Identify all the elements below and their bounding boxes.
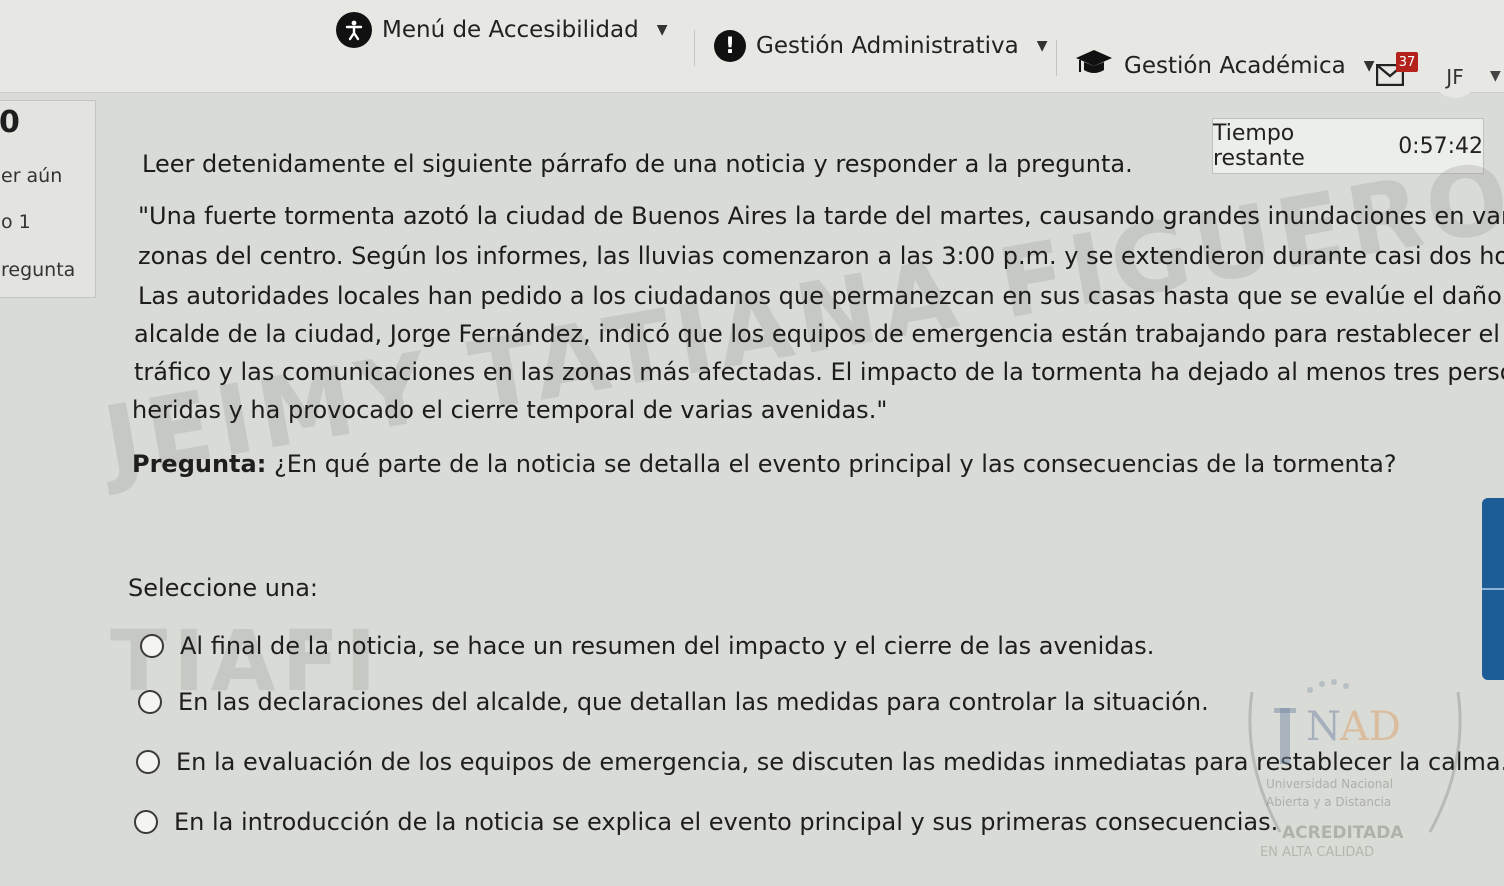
svg-text:N: N	[1306, 704, 1341, 750]
radio-button[interactable]	[134, 810, 158, 834]
svg-text:EN ALTA CALIDAD: EN ALTA CALIDAD	[1260, 845, 1374, 860]
passage-line: zonas del centro. Según los informes, la…	[138, 242, 1504, 270]
svg-text:AD: AD	[1339, 704, 1401, 750]
radio-button[interactable]	[140, 634, 164, 658]
unad-logo: N AD Universidad Nacional Abierta y a Di…	[1240, 672, 1470, 862]
answer-option-label: En la introducción de la noticia se expl…	[174, 808, 1279, 836]
side-drawer-toggle[interactable]	[1482, 498, 1504, 680]
svg-text:Universidad Nacional: Universidad Nacional	[1266, 777, 1393, 791]
passage-line: Las autoridades locales han pedido a los…	[138, 282, 1504, 310]
answer-option[interactable]: En la introducción de la noticia se expl…	[134, 808, 1278, 836]
answer-option-label: En las declaraciones del alcalde, que de…	[178, 688, 1209, 716]
question-prompt-label: Pregunta:	[132, 450, 267, 478]
svg-text:Abierta y a Distancia: Abierta y a Distancia	[1266, 795, 1391, 809]
question-prompt: Pregunta: ¿En qué parte de la noticia se…	[132, 450, 1397, 478]
drawer-divider	[1482, 588, 1504, 590]
question-instruction: Leer detenidamente el siguiente párrafo …	[142, 150, 1133, 178]
radio-button[interactable]	[138, 690, 162, 714]
passage-line: alcalde de la ciudad, Jorge Fernández, i…	[134, 320, 1500, 348]
passage-line: "Una fuerte tormenta azotó la ciudad de …	[138, 202, 1504, 230]
select-one-label: Seleccione una:	[128, 574, 318, 602]
svg-text:ACREDITADA: ACREDITADA	[1282, 823, 1404, 843]
answer-option[interactable]: En las declaraciones del alcalde, que de…	[138, 688, 1209, 716]
passage-line: heridas y ha provocado el cierre tempora…	[132, 396, 888, 424]
answer-option[interactable]: Al final de la noticia, se hace un resum…	[140, 632, 1154, 660]
passage-line: tráfico y las comunicaciones en las zona…	[134, 358, 1504, 386]
answer-option-label: Al final de la noticia, se hace un resum…	[180, 632, 1155, 660]
question-prompt-text: ¿En qué parte de la noticia se detalla e…	[266, 450, 1397, 478]
radio-button[interactable]	[136, 750, 160, 774]
